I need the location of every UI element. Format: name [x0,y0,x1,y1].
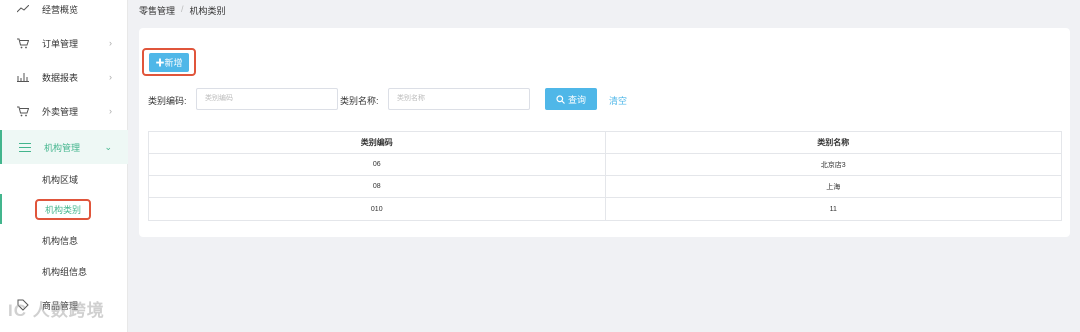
table-cell: 010 [149,198,606,220]
table-cell: 11 [829,205,837,213]
sidebar-subitem-org-group-info[interactable]: 机构组信息 [0,256,128,286]
breadcrumb-root[interactable]: 零售管理 [139,4,175,17]
breadcrumb-current: 机构类别 [189,6,226,16]
column-header: 类别编码 [149,132,606,153]
category-code-input[interactable]: 类别编码 [196,88,338,110]
table-row[interactable]: 06 北京店3 [149,154,1061,176]
watermark: IC 人数跨境 [8,301,105,320]
search-icon [556,94,565,104]
sidebar-subitem-org-region[interactable]: 机构区域 [0,164,128,194]
chevron-down-icon: ⌄ [104,141,112,152]
chevron-right-icon: › [109,38,112,48]
breadcrumb-separator: / [181,4,184,14]
category-name-label: 类别名称: [340,96,379,106]
sidebar-subitem-label: 机构组信息 [42,266,88,277]
sidebar-item-overview[interactable]: 经营概览 [0,0,128,26]
sidebar-subitem-label: 机构类别 [35,198,92,220]
search-button[interactable]: 查询 [545,88,597,110]
category-table: 类别编码 类别名称 06 北京店3 08 上海 010 11 [148,131,1062,221]
category-code-label: 类别编码: [148,96,187,106]
chevron-right-icon: › [109,72,112,82]
add-button-highlight: ✚新增 [142,48,196,76]
sidebar-item-orders[interactable]: 订单管理 › [0,26,128,60]
breadcrumb: 零售管理 / 机构类别 [139,4,226,17]
column-header: 类别名称 [817,138,850,147]
sidebar: 经营概览 订单管理 › 数据报表 › 外卖管理 › 机构管理 ⌄ 机构区域 机构… [0,0,128,332]
cart-icon [16,36,30,50]
sidebar-subitem-label: 机构信息 [42,235,79,246]
sidebar-subitem-label: 机构区域 [42,174,79,185]
add-button[interactable]: ✚新增 [149,53,189,72]
table-cell: 06 [149,154,606,175]
sidebar-item-label: 外卖管理 [42,106,79,117]
table-header: 类别编码 类别名称 [149,132,1061,154]
menu-lines-icon [18,140,32,154]
sidebar-item-reports[interactable]: 数据报表 › [0,60,128,94]
trend-line-icon [16,2,30,16]
cart-icon [16,104,30,118]
sidebar-item-org-management[interactable]: 机构管理 ⌄ [0,130,128,164]
sidebar-item-label: 数据报表 [42,72,79,83]
clear-link[interactable]: 清空 [609,94,627,107]
table-cell: 上海 [826,183,841,191]
sidebar-subitem-org-category[interactable]: 机构类别 [0,194,128,224]
table-row[interactable]: 08 上海 [149,176,1061,198]
sidebar-item-label: 经营概览 [42,4,79,15]
table-cell: 北京店3 [820,161,846,169]
sidebar-item-label: 订单管理 [42,38,79,49]
sidebar-item-delivery[interactable]: 外卖管理 › [0,94,128,128]
sidebar-subitem-org-info[interactable]: 机构信息 [0,225,128,255]
chevron-right-icon: › [109,106,112,116]
table-row[interactable]: 010 11 [149,198,1061,220]
table-cell: 08 [149,176,606,197]
content-card: ✚新增 类别编码: 类别编码 类别名称: 类别名称 查询 清空 类别编码 类别名… [139,28,1070,237]
sidebar-item-label: 机构管理 [44,142,81,153]
category-name-input[interactable]: 类别名称 [388,88,530,110]
bar-chart-icon [16,70,30,84]
search-button-label: 查询 [567,94,586,105]
